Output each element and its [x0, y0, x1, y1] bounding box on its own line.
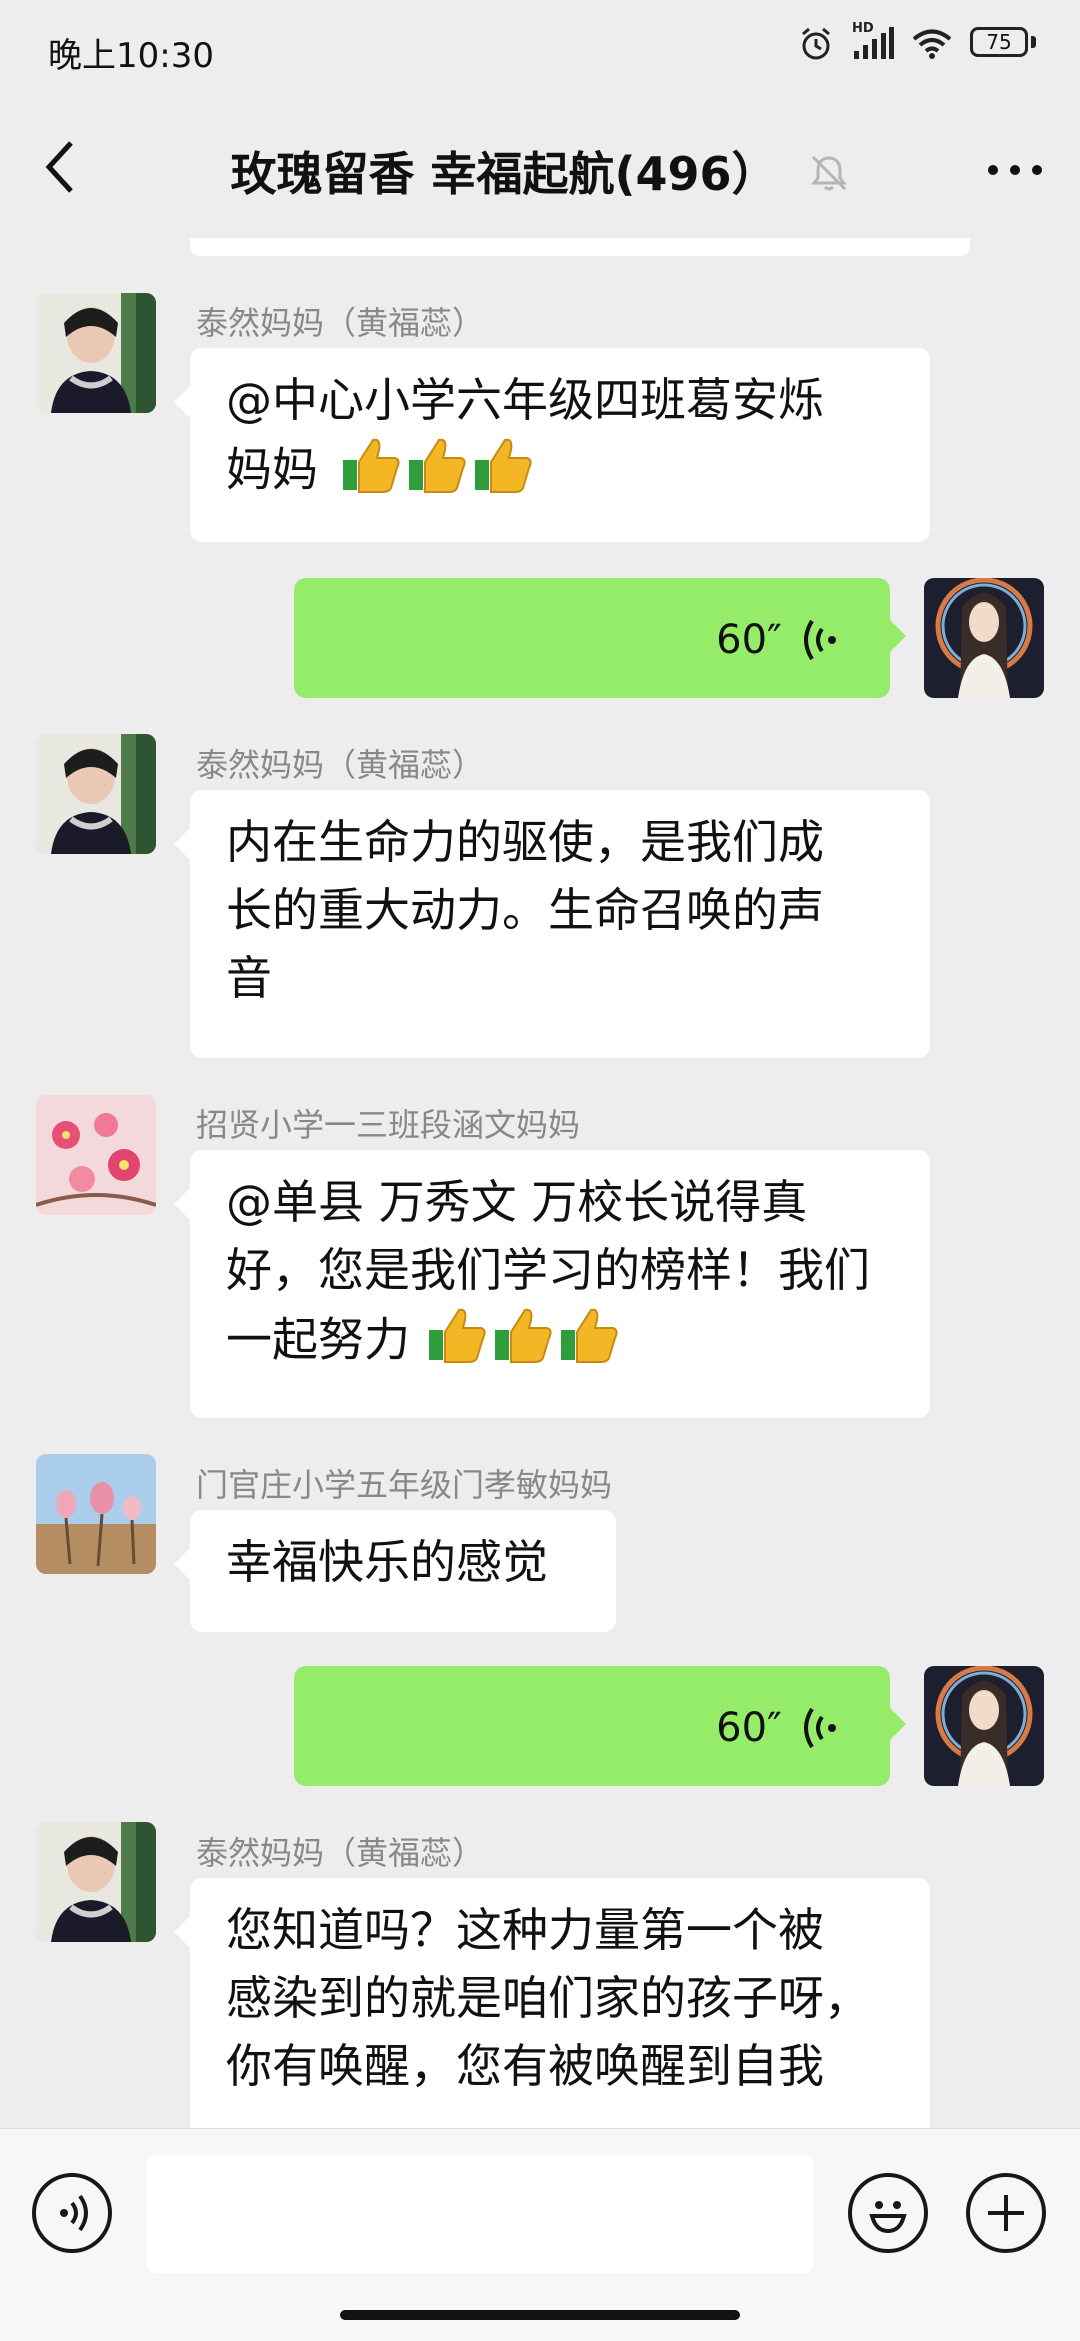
avatar-painted-girl-icon [924, 1666, 1044, 1786]
avatar-painted-girl-icon [924, 578, 1044, 698]
message-text-line: 音 [226, 951, 272, 1005]
avatar-pink-flowers-icon [36, 1095, 156, 1215]
avatar-woman-icon [36, 734, 156, 854]
message-input[interactable] [146, 2155, 814, 2273]
message-text-line: 妈妈 [226, 434, 894, 512]
thumbs-up-icon [342, 438, 400, 493]
thumbs-up-icon [494, 1308, 552, 1363]
my-avatar[interactable] [924, 578, 1044, 698]
message-text: 一起努力 [226, 1312, 410, 1367]
thumbs-up-emoji-group [339, 434, 535, 512]
message-text: 妈妈 [226, 442, 318, 497]
more-dots-icon [988, 165, 1042, 175]
voice-wave-icon [804, 1707, 836, 1749]
muted-bell-icon [808, 151, 850, 205]
avatar[interactable] [36, 1095, 156, 1215]
message-text-line: @中心小学六年级四班葛安烁 [226, 373, 824, 427]
status-bar: 晚上10:30 HD 75 [0, 0, 1080, 100]
thumbs-up-icon [428, 1308, 486, 1363]
emoji-button[interactable] [848, 2173, 928, 2253]
voice-duration: 60″ [716, 1705, 782, 1751]
sender-name: 门官庄小学五年级门孝敏妈妈 [196, 1466, 613, 1504]
message-text-line: 一起努力 [226, 1304, 894, 1382]
avatar[interactable] [36, 293, 156, 413]
voice-message-bubble[interactable]: 60″ [294, 578, 906, 698]
avatar-lotus-field-icon [36, 1454, 156, 1574]
avatar[interactable] [36, 1822, 156, 1942]
signal-icon: HD [852, 21, 894, 61]
voice-wave-icon [804, 619, 836, 661]
more-button[interactable] [980, 140, 1050, 200]
voice-content: 60″ [716, 606, 840, 674]
message-text-line: 你有唤醒，您有被唤醒到自我 [226, 2039, 824, 2093]
my-avatar[interactable] [924, 1666, 1044, 1786]
more-actions-button[interactable] [966, 2173, 1046, 2253]
avatar-woman-icon [36, 293, 156, 413]
chat-title-text: 玫瑰留香 幸福起航(496） [230, 147, 778, 201]
voice-input-button[interactable] [32, 2173, 112, 2253]
message-text-line: 感染到的就是咱们家的孩子呀， [226, 1971, 870, 2025]
voice-content: 60″ [716, 1694, 840, 1762]
chat-title: 玫瑰留香 幸福起航(496） [0, 138, 1080, 205]
voice-duration: 60″ [716, 617, 782, 663]
hd-label: HD [852, 21, 874, 36]
message-text-line: @单县 万秀文 万校长说得真 [226, 1175, 808, 1229]
wifi-icon [912, 28, 952, 60]
sender-name: 招贤小学一三班段涵文妈妈 [196, 1106, 581, 1144]
message-text-line: 幸福快乐的感觉 [226, 1535, 548, 1589]
plus-icon [988, 2195, 1024, 2231]
avatar-woman-icon [36, 1822, 156, 1942]
previous-message-bubble [190, 238, 970, 256]
status-time: 晚上10:30 [48, 36, 214, 76]
thumbs-up-icon [474, 438, 532, 493]
voice-message-bubble[interactable]: 60″ [294, 1666, 906, 1786]
message-bubble[interactable]: @中心小学六年级四班葛安烁 妈妈 [174, 348, 930, 542]
message-bubble[interactable]: 您知道吗？这种力量第一个被 感染到的就是咱们家的孩子呀， 你有唤醒，您有被唤醒到… [174, 1878, 930, 2128]
thumbs-up-icon [408, 438, 466, 493]
message-bubble[interactable]: 内在生命力的驱使，是我们成 长的重大动力。生命召唤的声 音 [174, 790, 930, 1058]
battery-level: 75 [970, 27, 1028, 57]
thumbs-up-emoji-group [425, 1304, 621, 1382]
message-bubble[interactable]: @单县 万秀文 万校长说得真 好，您是我们学习的榜样！我们 一起努力 [174, 1150, 930, 1418]
emoji-icon [869, 2201, 907, 2234]
sender-name: 泰然妈妈（黄福蕊） [196, 746, 485, 784]
avatar[interactable] [36, 1454, 156, 1574]
voice-input-icon [60, 2194, 88, 2232]
sender-name: 泰然妈妈（黄福蕊） [196, 304, 485, 342]
thumbs-up-icon [560, 1308, 618, 1363]
chat-header: 玫瑰留香 幸福起航(496） [0, 100, 1080, 238]
sender-name: 泰然妈妈（黄福蕊） [196, 1834, 485, 1872]
home-indicator[interactable] [340, 2310, 740, 2320]
alarm-icon [798, 26, 834, 62]
battery-icon: 75 [970, 27, 1036, 61]
message-bubble[interactable]: 幸福快乐的感觉 [174, 1510, 616, 1632]
status-icons: HD 75 [798, 21, 1036, 62]
message-text-line: 内在生命力的驱使，是我们成 [226, 815, 824, 869]
avatar[interactable] [36, 734, 156, 854]
message-list[interactable]: 泰然妈妈（黄福蕊） @中心小学六年级四班葛安烁 妈妈 60″ 泰然妈妈（黄福蕊）… [0, 238, 1080, 2128]
message-text-line: 好，您是我们学习的榜样！我们 [226, 1243, 870, 1297]
message-text-line: 长的重大动力。生命召唤的声 [226, 883, 824, 937]
message-text-line: 您知道吗？这种力量第一个被 [226, 1903, 824, 1957]
